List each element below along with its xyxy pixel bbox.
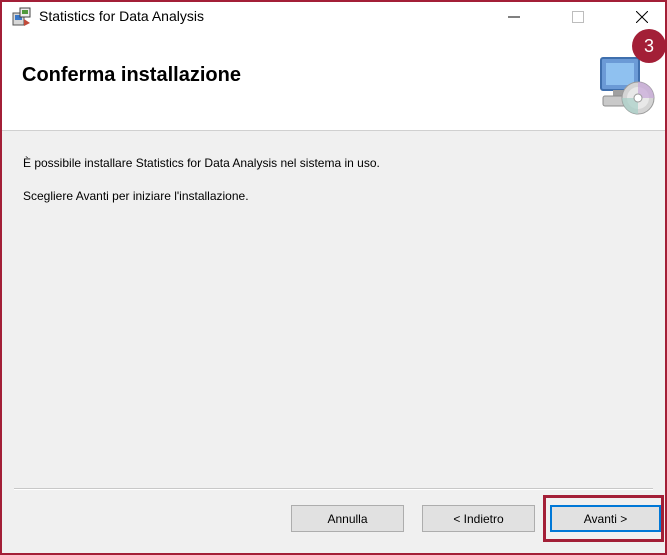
page-title: Conferma installazione — [22, 64, 241, 86]
install-message: È possibile installare Statistics for Da… — [23, 156, 380, 170]
instruction-message: Scegliere Avanti per iniziare l'installa… — [23, 189, 249, 203]
maximize-button[interactable] — [555, 2, 601, 32]
installer-app-icon — [12, 7, 32, 27]
next-button-highlight — [543, 495, 664, 542]
wizard-content: È possibile installare Statistics for Da… — [2, 131, 665, 485]
setup-computer-disc-icon — [599, 56, 655, 116]
installer-window: Statistics for Data Analysis Conferma in… — [0, 0, 667, 555]
step-badge: 3 — [632, 29, 666, 63]
close-icon — [636, 11, 648, 23]
cancel-button[interactable]: Annulla — [291, 505, 404, 532]
minimize-button[interactable] — [491, 2, 537, 32]
window-title: Statistics for Data Analysis — [39, 8, 204, 24]
title-bar: Statistics for Data Analysis — [2, 2, 665, 32]
minimize-icon — [508, 16, 520, 18]
close-button[interactable] — [619, 2, 665, 32]
back-button[interactable]: < Indietro — [422, 505, 535, 532]
wizard-header: Conferma installazione — [2, 32, 665, 131]
footer-divider — [14, 488, 653, 490]
maximize-icon — [572, 11, 584, 23]
